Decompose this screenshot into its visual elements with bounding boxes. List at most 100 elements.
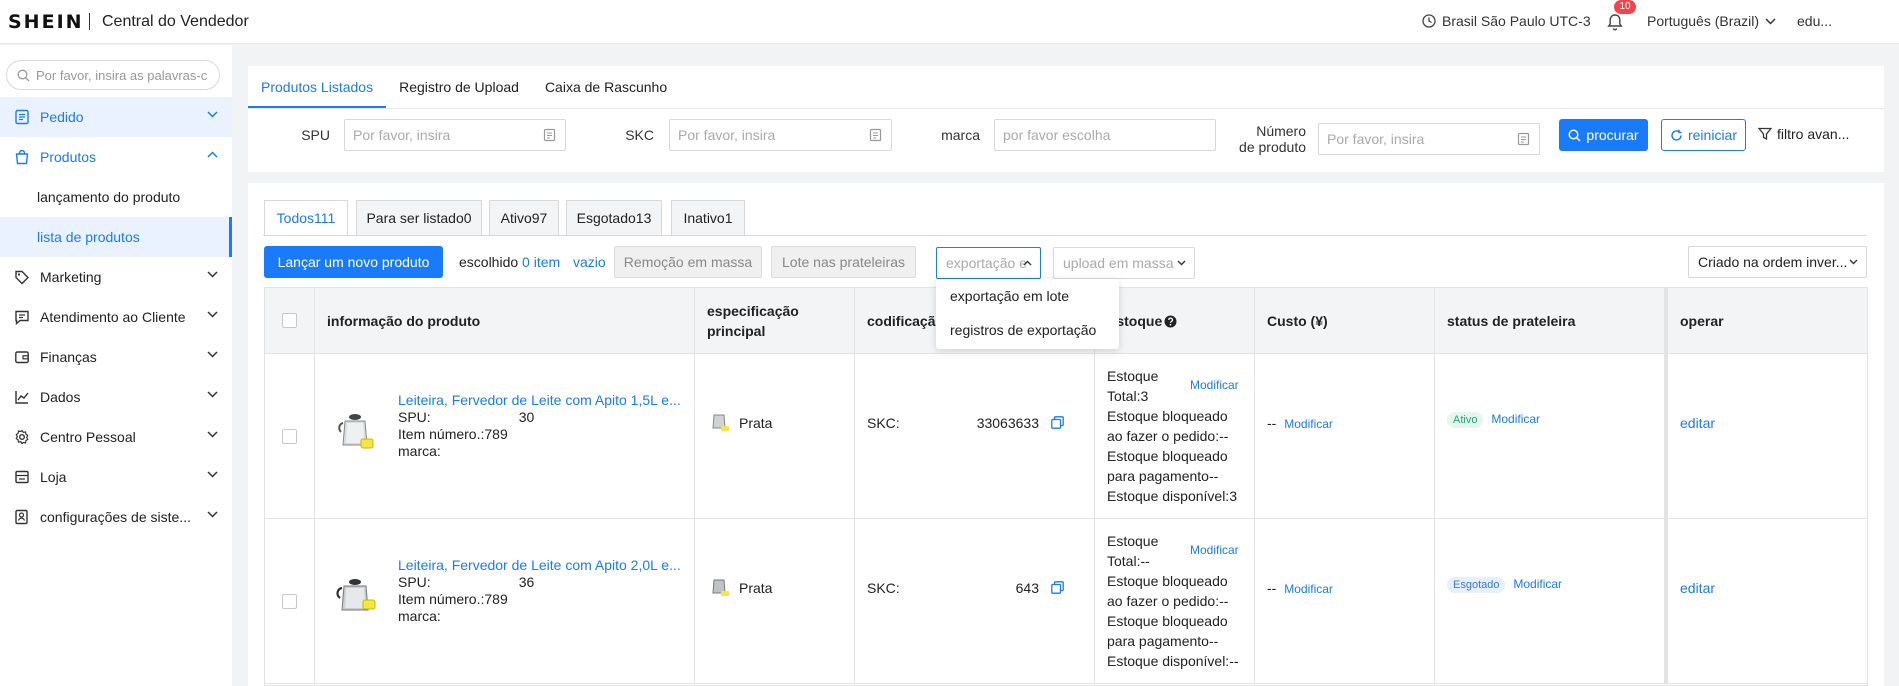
skc-label: SKC [625, 127, 654, 143]
language-selector[interactable]: Português (Brazil) [1647, 13, 1776, 29]
stock-line: ao fazer o pedido:-- [1107, 593, 1229, 609]
copy-icon[interactable] [1051, 416, 1064, 429]
paste-icon[interactable] [1517, 132, 1530, 146]
shopping-bag-icon [15, 149, 29, 165]
row-checkbox[interactable] [282, 429, 297, 444]
chat-icon [15, 310, 29, 325]
status-tab-esgotado[interactable]: Esgotado13 [566, 200, 662, 235]
sidebar-item-configuracoes[interactable]: configurações de siste... [0, 497, 232, 537]
tab-registro-upload[interactable]: Registro de Upload [386, 66, 532, 108]
bell-icon[interactable] [1605, 12, 1625, 32]
search-button[interactable]: procurar [1559, 119, 1648, 151]
reset-button-label: reiniciar [1687, 127, 1737, 143]
marca-placeholder: por favor escolha [1003, 127, 1111, 143]
sidebar-item-pedido[interactable]: Pedido [0, 97, 232, 137]
sidebar-item-produtos[interactable]: Produtos [0, 137, 232, 177]
paste-icon[interactable] [543, 128, 556, 142]
status-modify-link[interactable]: Modificar [1513, 577, 1562, 591]
numero-label-line2: de produto [1239, 139, 1306, 155]
chevron-down-icon [207, 431, 218, 438]
marca-select[interactable]: por favor escolha [994, 119, 1216, 151]
numero-produto-input[interactable]: Por favor, insira [1318, 123, 1540, 155]
sort-dropdown[interactable]: Criado na ordem inver... [1688, 246, 1867, 278]
brand-line: marca: [398, 608, 441, 624]
sidebar-item-marketing[interactable]: Marketing [0, 257, 232, 297]
timezone-label: Brasil São Paulo UTC-3 [1442, 13, 1591, 29]
status-tab-ativo[interactable]: Ativo97 [489, 200, 559, 235]
tab-produtos-listados[interactable]: Produtos Listados [248, 66, 387, 108]
chevron-down-icon [207, 271, 218, 278]
spu-placeholder: Por favor, insira [353, 127, 451, 143]
sidebar-item-loja[interactable]: Loja [0, 457, 232, 497]
header-info: informação do produto [315, 288, 695, 354]
sidebar-item-lista-produtos[interactable]: lista de produtos [0, 217, 232, 257]
sidebar-item-atendimento[interactable]: Atendimento ao Cliente [0, 297, 232, 337]
item-number-label: Item número.: [398, 591, 485, 607]
wallet-icon [15, 351, 29, 364]
status-tab-para-ser-listado[interactable]: Para ser listado0 [356, 200, 482, 235]
top-tabs: Produtos Listados Registro de Upload Cai… [248, 66, 680, 108]
sidebar-item-lancamento[interactable]: lançamento do produto [0, 177, 232, 217]
item-number-line: Item número.:789 [398, 591, 508, 607]
row-checkbox-cell [265, 519, 315, 684]
question-icon[interactable] [1164, 315, 1177, 328]
stock-modify-link[interactable]: Modificar [1190, 543, 1239, 557]
bulk-shelf-button[interactable]: Lote nas prateleiras [771, 246, 916, 278]
kettle-thumbnail[interactable] [335, 574, 379, 618]
timezone-selector[interactable]: Brasil São Paulo UTC-3 [1422, 13, 1591, 29]
row-checkbox-cell [265, 354, 315, 519]
sidebar-item-financas[interactable]: Finanças [0, 337, 232, 377]
advanced-filter-button[interactable]: filtro avan... [1758, 126, 1849, 142]
select-all-checkbox[interactable] [282, 313, 297, 328]
chevron-up-icon [207, 151, 218, 158]
copy-icon[interactable] [1051, 581, 1064, 594]
sidebar-item-centro-pessoal[interactable]: Centro Pessoal [0, 417, 232, 457]
status-modify-link[interactable]: Modificar [1491, 412, 1540, 426]
marca-label: marca [941, 127, 980, 143]
reset-button[interactable]: reiniciar [1661, 119, 1746, 151]
bulk-remove-button[interactable]: Remoção em massa [614, 246, 762, 278]
sidebar-search[interactable]: Por favor, insira as palavras-c [6, 60, 220, 90]
table-row: Leiteira, Fervedor de Leite com Apito 2,… [265, 519, 1867, 684]
product-title-link[interactable]: Leiteira, Fervedor de Leite com Apito 2,… [398, 557, 688, 573]
status-tabs-divider [263, 235, 1867, 236]
edit-link[interactable]: editar [1680, 580, 1715, 596]
product-title-link[interactable]: Leiteira, Fervedor de Leite com Apito 1,… [398, 392, 688, 408]
spu-input[interactable]: Por favor, insira [344, 119, 566, 151]
edit-link[interactable]: editar [1680, 415, 1715, 431]
spu-line: SPU: 36 [398, 574, 534, 590]
status-tab-todos[interactable]: Todos111 [264, 200, 348, 236]
chevron-down-icon [207, 511, 218, 518]
stock-modify-link[interactable]: Modificar [1190, 378, 1239, 392]
row-checkbox[interactable] [282, 594, 297, 609]
chevron-up-icon [1023, 260, 1032, 266]
shein-logo[interactable]: SHEIN [8, 11, 84, 33]
bulk-upload-dropdown[interactable]: upload em massa [1053, 247, 1195, 279]
cost-modify-link[interactable]: Modificar [1284, 582, 1333, 596]
advanced-filter-label: filtro avan... [1777, 126, 1850, 142]
stock-line: Estoque disponível:3 [1107, 488, 1237, 504]
kettle-thumbnail[interactable] [337, 409, 377, 453]
cost-modify-link[interactable]: Modificar [1284, 417, 1333, 431]
stock-line: Estoque disponível:-- [1107, 653, 1239, 669]
tab-caixa-rascunho[interactable]: Caixa de Rascunho [532, 66, 680, 108]
export-menu-item-records[interactable]: registros de exportação [936, 313, 1119, 347]
header-checkbox-cell [265, 288, 315, 354]
skc-placeholder: Por favor, insira [678, 127, 776, 143]
numero-label-line1: Número [1256, 123, 1306, 139]
export-dropdown[interactable]: exportação e [936, 247, 1041, 279]
paste-icon[interactable] [869, 128, 882, 142]
cost-value: -- [1267, 580, 1277, 596]
skc-value: 643 [1015, 580, 1039, 596]
new-product-button[interactable]: Lançar um novo produto [264, 246, 443, 278]
sidebar-item-dados[interactable]: Dados [0, 377, 232, 417]
status-tab-inativo[interactable]: Inativo1 [671, 200, 745, 235]
top-bar: SHEIN Central do Vendedor Brasil São Pau… [0, 0, 1899, 44]
clear-selection-link[interactable]: vazio [573, 254, 606, 270]
upload-placeholder: upload em massa [1063, 255, 1174, 271]
skc-input[interactable]: Por favor, insira [669, 119, 892, 151]
user-menu[interactable]: edu... [1797, 13, 1832, 29]
status-line: Ativo Modificar [1447, 410, 1540, 428]
brand-line: marca: [398, 443, 441, 459]
export-menu-item-batch[interactable]: exportação em lote [936, 279, 1119, 313]
